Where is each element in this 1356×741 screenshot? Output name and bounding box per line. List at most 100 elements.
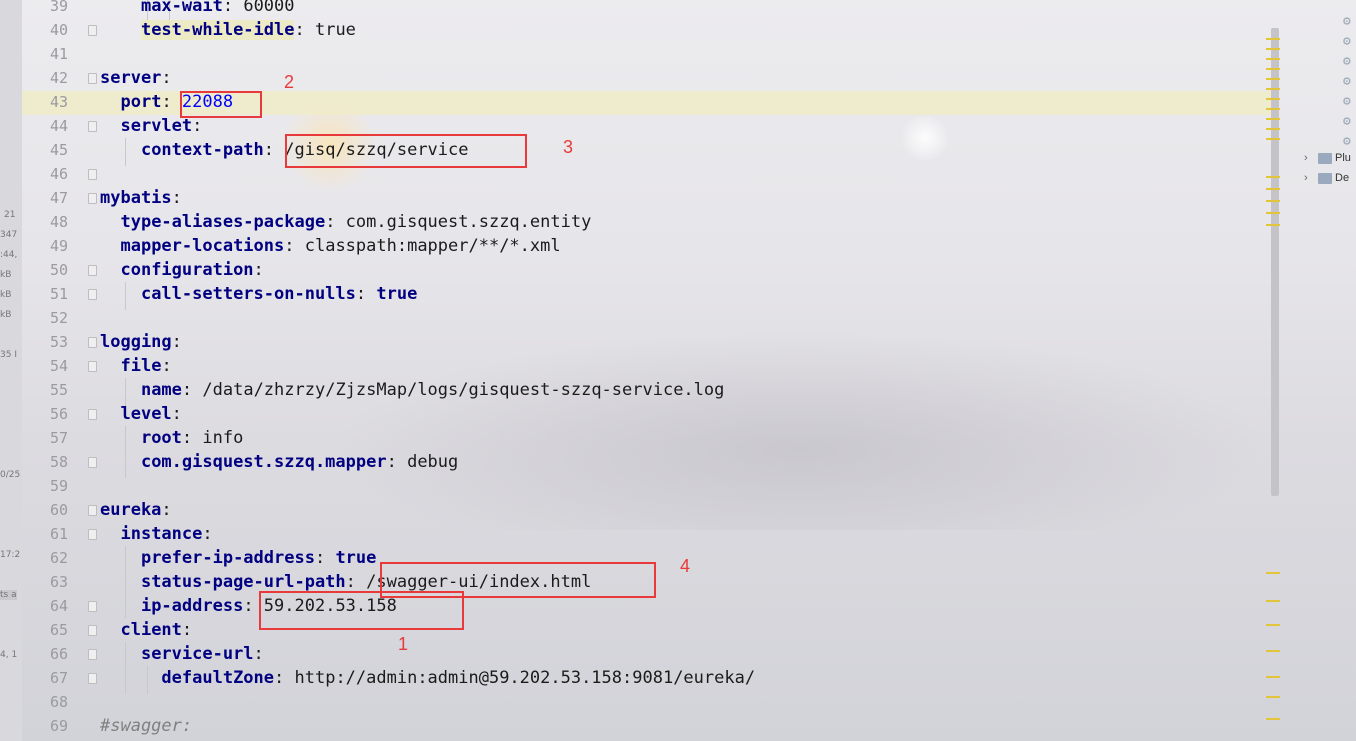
fold-marker-icon[interactable] <box>88 169 97 180</box>
scrollbar-marker <box>1266 108 1280 110</box>
code-line[interactable]: #swagger: <box>100 714 192 738</box>
scrollbar-marker <box>1266 88 1280 90</box>
yaml-value: classpath:mapper/**/*.xml <box>304 236 561 256</box>
line-number: 59 <box>49 477 68 495</box>
fold-marker-icon[interactable] <box>88 457 97 468</box>
code-line[interactable]: com.gisquest.szzq.mapper: debug <box>100 450 458 474</box>
tree-item-plugins[interactable]: › Plu <box>1304 149 1351 167</box>
folder-icon <box>1318 152 1332 164</box>
code-line[interactable]: client: <box>100 618 192 642</box>
fold-marker-icon[interactable] <box>88 289 97 300</box>
fold-marker-icon[interactable] <box>88 625 97 636</box>
chevron-right-icon[interactable]: › <box>1304 172 1318 184</box>
fold-marker-icon[interactable] <box>88 505 97 516</box>
line-number: 45 <box>49 141 68 159</box>
fold-marker-icon[interactable] <box>88 409 97 420</box>
code-line[interactable]: service-url: <box>100 642 264 666</box>
line-number: 41 <box>49 45 68 63</box>
code-line[interactable]: logging: <box>100 330 182 354</box>
background-moon <box>898 116 952 160</box>
yaml-key: instance <box>120 524 203 544</box>
fold-marker-icon[interactable] <box>88 265 97 276</box>
code-line[interactable]: configuration: <box>100 258 263 282</box>
fold-marker-icon[interactable] <box>88 601 97 612</box>
code-line[interactable]: level: <box>100 402 181 426</box>
yaml-key: port <box>120 92 162 112</box>
fold-marker-icon[interactable] <box>88 529 97 540</box>
left-strip-value: 17:2 <box>0 550 21 560</box>
code-line[interactable]: test-while-idle: true <box>100 18 356 42</box>
code-line[interactable]: file: <box>100 354 171 378</box>
line-number: 68 <box>49 693 68 711</box>
fold-marker-icon[interactable] <box>88 121 97 132</box>
line-number: 52 <box>49 309 68 327</box>
tree-item-dependencies[interactable]: › De <box>1304 169 1349 187</box>
gear-icon[interactable]: ⚙ <box>1343 54 1351 69</box>
scrollbar-marker <box>1266 718 1280 720</box>
yaml-separator: : <box>386 452 408 472</box>
scrollbar-marker <box>1266 212 1280 214</box>
gear-icon[interactable]: ⚙ <box>1343 114 1351 129</box>
gear-icon[interactable]: ⚙ <box>1343 14 1351 29</box>
scrollbar-marker <box>1266 676 1280 678</box>
code-line[interactable]: eureka: <box>100 498 172 522</box>
yaml-key: configuration <box>120 260 254 280</box>
gear-icon[interactable]: ⚙ <box>1343 74 1351 89</box>
left-strip-value: :44, <box>0 250 18 260</box>
code-line[interactable]: root: info <box>100 426 243 450</box>
yaml-separator: : <box>202 524 213 544</box>
code-line[interactable]: type-aliases-package: com.gisquest.szzq.… <box>100 210 591 234</box>
fold-marker-icon[interactable] <box>88 673 97 684</box>
scrollbar-marker <box>1266 650 1280 652</box>
line-number: 43 <box>49 93 68 111</box>
yaml-key: prefer-ip-address <box>140 548 315 568</box>
gear-icon[interactable]: ⚙ <box>1343 94 1351 109</box>
left-strip-value: 0/25 <box>0 470 21 480</box>
yaml-separator: : <box>253 644 264 664</box>
left-strip-value: kB <box>0 290 12 300</box>
code-line[interactable]: instance: <box>100 522 213 546</box>
yaml-key: client <box>120 620 182 640</box>
line-number: 55 <box>49 381 68 399</box>
line-number: 47 <box>49 189 68 207</box>
line-number: 56 <box>49 405 68 423</box>
yaml-key: mapper-locations <box>120 236 285 256</box>
scrollbar-marker <box>1266 58 1280 60</box>
yaml-key: test-while-idle <box>140 20 295 40</box>
code-line[interactable]: mapper-locations: classpath:mapper/**/*.… <box>100 234 561 258</box>
fold-marker-icon[interactable] <box>88 73 97 84</box>
scrollbar-marker <box>1266 38 1280 40</box>
fold-marker-icon[interactable] <box>88 337 97 348</box>
code-line[interactable]: server: <box>100 66 172 90</box>
yaml-separator: : <box>355 284 377 304</box>
code-line[interactable]: mybatis: <box>100 186 182 210</box>
yaml-value: true <box>376 284 418 304</box>
gear-icon[interactable]: ⚙ <box>1343 134 1351 149</box>
code-line[interactable]: max-wait: 60000 <box>100 0 295 18</box>
gear-icon[interactable]: ⚙ <box>1343 34 1351 49</box>
line-number: 66 <box>49 645 68 663</box>
fold-marker-icon[interactable] <box>88 193 97 204</box>
line-number: 39 <box>49 0 68 15</box>
yaml-value: true <box>335 548 377 568</box>
fold-marker-icon[interactable] <box>88 25 97 36</box>
code-line[interactable]: name: /data/zhzrzy/ZjzsMap/logs/gisquest… <box>100 378 724 402</box>
fold-marker-icon[interactable] <box>88 361 97 372</box>
fold-marker-icon[interactable] <box>88 649 97 660</box>
chevron-right-icon[interactable]: › <box>1304 152 1318 164</box>
code-line[interactable]: prefer-ip-address: true <box>100 546 376 570</box>
code-line[interactable]: call-setters-on-nulls: true <box>100 282 417 306</box>
left-strip-value: ts a <box>0 590 17 600</box>
code-line[interactable]: defaultZone: http://admin:admin@59.202.5… <box>100 666 755 690</box>
yaml-separator: : <box>161 68 172 88</box>
